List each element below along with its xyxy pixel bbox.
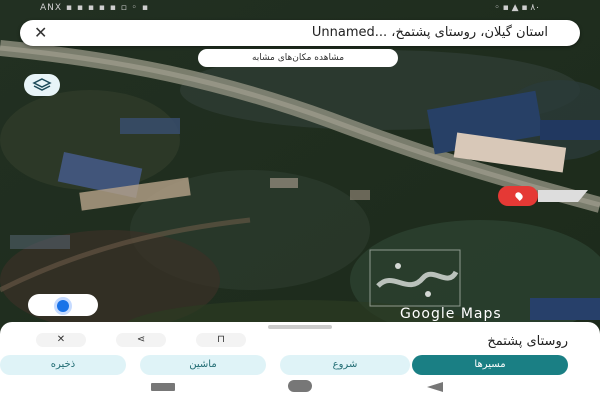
google-maps-brand: Google Maps — [400, 306, 502, 322]
close-icon[interactable]: ✕ — [34, 23, 47, 42]
location-pin-icon[interactable] — [498, 186, 538, 206]
close-sheet-button[interactable]: ✕ — [36, 333, 86, 347]
save-button[interactable]: ⊓ — [196, 333, 246, 347]
status-left: ANX ▪ ▪ ▪ ▪ ▪ ▫ ◦ ▪ — [40, 3, 149, 13]
my-location-button[interactable] — [28, 294, 98, 316]
save-label: ذخیره — [50, 359, 76, 370]
bookmark-icon: ⊓ — [217, 334, 225, 345]
similar-places-button[interactable]: مشاهده مکان‌های مشابه — [198, 49, 398, 67]
watermark-mark — [369, 249, 461, 307]
place-title: روستای پشتمخ — [487, 334, 568, 349]
sheet-drag-handle[interactable] — [268, 325, 332, 329]
directions-label: مسیرها — [474, 359, 506, 370]
search-bar[interactable]: ✕ استان گیلان، روستای پشتمخ، ...Unnamed — [20, 20, 580, 46]
start-button[interactable]: شروع — [280, 355, 410, 375]
back-button[interactable] — [427, 382, 443, 392]
status-bar: ANX ▪ ▪ ▪ ▪ ▪ ▫ ◦ ▪ ◦ ▪ ▲ ▪ ٨٠ — [0, 0, 600, 16]
close-icon: ✕ — [56, 334, 66, 345]
my-location-icon — [57, 300, 69, 312]
share-icon: ⋖ — [136, 334, 146, 345]
status-right: ◦ ▪ ▲ ▪ ٨٠ — [494, 3, 540, 13]
car-button[interactable]: ماشین — [140, 355, 266, 375]
share-button[interactable]: ⋖ — [116, 333, 166, 347]
home-button[interactable] — [288, 380, 312, 392]
save-chip-button[interactable]: ذخیره — [0, 355, 126, 375]
watermark-logo — [368, 248, 462, 308]
directions-button[interactable]: مسیرها — [412, 355, 568, 375]
start-label: شروع — [332, 359, 358, 370]
car-label: ماشین — [189, 359, 217, 370]
layers-icon — [32, 78, 52, 91]
layers-button[interactable] — [24, 74, 60, 96]
recent-apps-button[interactable] — [151, 383, 175, 391]
search-query[interactable]: استان گیلان، روستای پشتمخ، ...Unnamed — [312, 25, 548, 40]
